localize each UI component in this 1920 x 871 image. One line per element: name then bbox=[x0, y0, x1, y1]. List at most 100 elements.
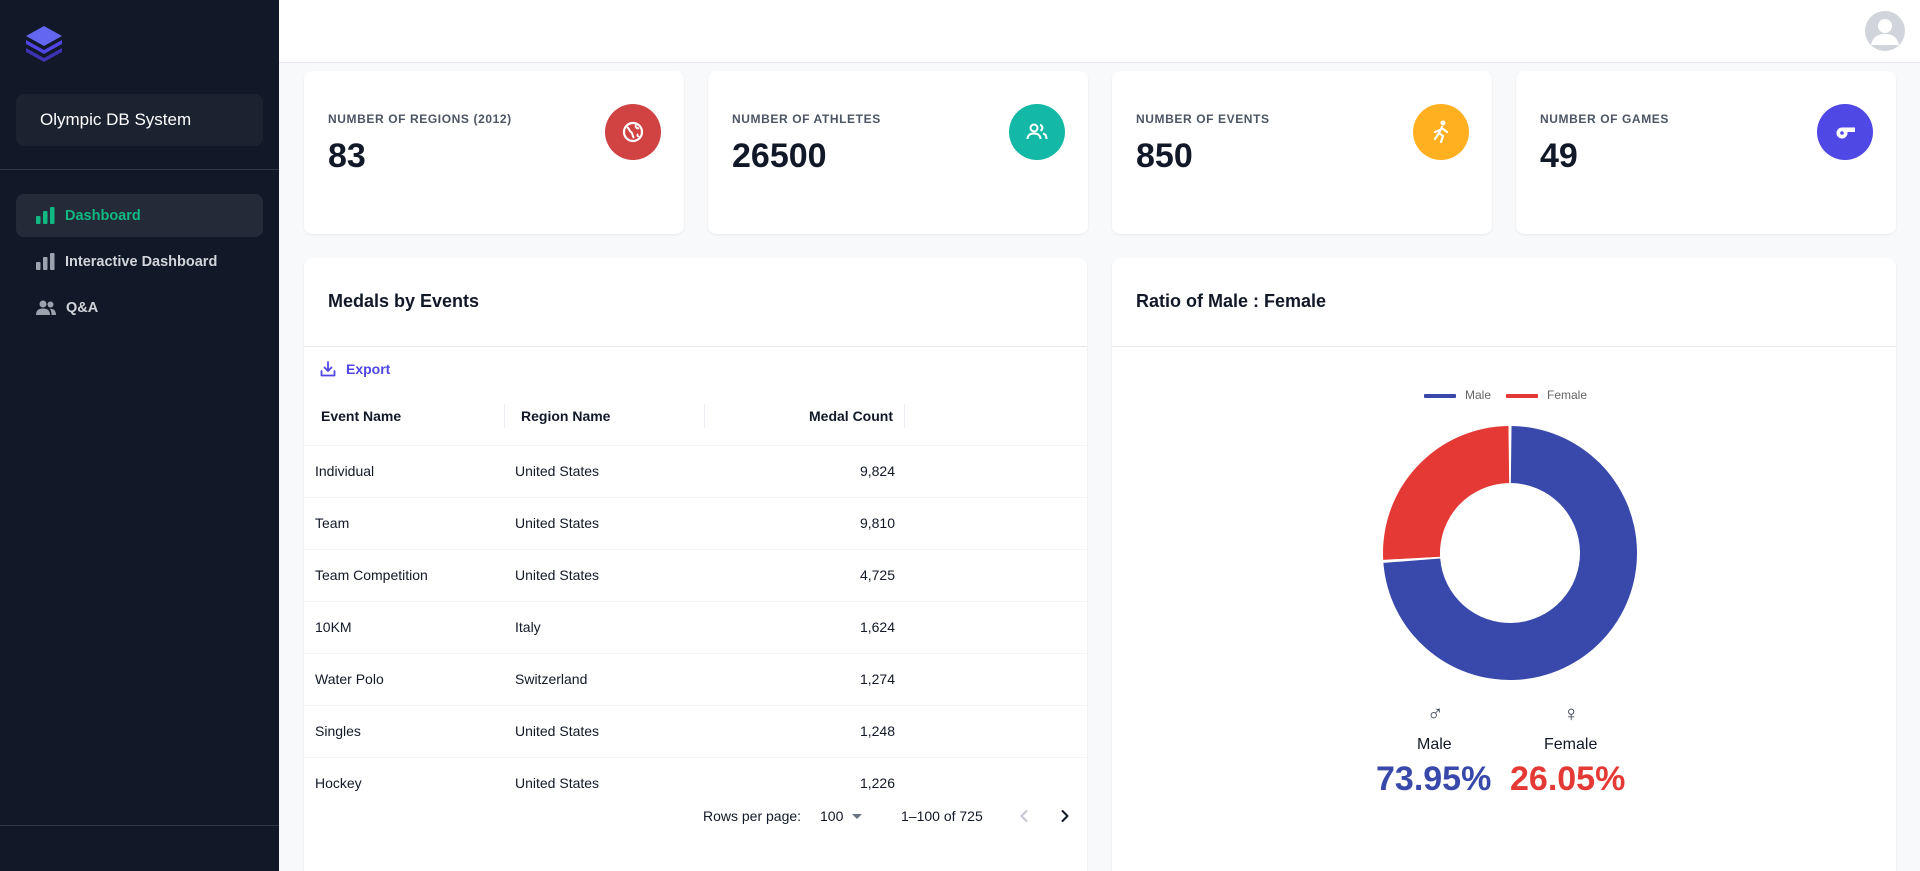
row-divider bbox=[304, 601, 1087, 602]
export-label: Export bbox=[346, 361, 391, 377]
cell-event-name: Individual bbox=[315, 463, 375, 479]
cell-event-name: Singles bbox=[315, 723, 361, 739]
pagination-range: 1–100 of 725 bbox=[901, 808, 983, 824]
female-symbol-icon: ♀ bbox=[1563, 701, 1580, 726]
legend-label-female[interactable]: Female bbox=[1547, 388, 1587, 402]
whistle-icon bbox=[1836, 127, 1855, 139]
bar-chart-icon bbox=[36, 253, 55, 270]
stat-card-events: NUMBER OF EVENTS 850 bbox=[1112, 71, 1492, 234]
top-bar bbox=[279, 0, 1920, 63]
stat-icon-circle bbox=[1009, 104, 1065, 160]
cell-region-name: United States bbox=[515, 567, 600, 583]
app-name: Olympic DB System bbox=[40, 110, 192, 129]
chevron-right-icon[interactable] bbox=[1055, 806, 1075, 826]
stat-icon-circle bbox=[1817, 104, 1873, 160]
column-separator[interactable] bbox=[704, 404, 705, 428]
stat-icon-circle bbox=[1413, 104, 1469, 160]
cell-event-name: Hockey bbox=[315, 775, 362, 791]
legend-swatch-male[interactable] bbox=[1424, 394, 1456, 398]
users-icon bbox=[36, 300, 56, 315]
stat-card-regions: NUMBER OF REGIONS (2012) 83 bbox=[304, 71, 684, 234]
cell-region-name: Italy bbox=[515, 619, 541, 635]
stat-card-games: NUMBER OF GAMES 49 bbox=[1516, 71, 1896, 234]
export-button[interactable]: Export bbox=[320, 361, 390, 377]
stat-value: 83 bbox=[328, 137, 366, 175]
sidebar-item-interactive-dashboard[interactable]: Interactive Dashboard bbox=[16, 240, 263, 283]
row-divider bbox=[304, 445, 1087, 446]
panel-title: Medals by Events bbox=[328, 291, 480, 311]
cell-region-name: United States bbox=[515, 463, 600, 479]
column-header-region-name[interactable]: Region Name bbox=[521, 408, 610, 424]
cell-medal-count: 9,810 bbox=[859, 515, 895, 531]
globe-icon bbox=[622, 121, 644, 143]
cell-medal-count: 4,725 bbox=[859, 567, 895, 583]
cell-medal-count: 1,274 bbox=[859, 671, 895, 687]
sidebar-item-qa[interactable]: Q&A bbox=[16, 286, 263, 329]
sidebar-item-label: Dashboard bbox=[65, 207, 141, 224]
sidebar-item-dashboard[interactable]: Dashboard bbox=[16, 194, 263, 237]
caret-down-icon bbox=[852, 814, 863, 819]
logo-icon[interactable] bbox=[22, 22, 66, 62]
cell-region-name: Switzerland bbox=[515, 671, 588, 687]
sidebar: Olympic DB System Dashboard Interactive … bbox=[0, 0, 279, 871]
donut-slice-female[interactable] bbox=[1383, 426, 1510, 560]
legend-label-male[interactable]: Male bbox=[1465, 388, 1491, 402]
male-label: Male bbox=[1417, 736, 1452, 753]
people-icon bbox=[1026, 123, 1048, 140]
stat-value: 49 bbox=[1540, 137, 1578, 175]
column-separator[interactable] bbox=[904, 404, 905, 428]
rows-per-page-select[interactable]: 100 bbox=[820, 808, 867, 824]
row-divider bbox=[304, 705, 1087, 706]
row-divider bbox=[304, 549, 1087, 550]
runner-icon bbox=[1433, 120, 1449, 144]
stat-label: NUMBER OF ATHLETES bbox=[732, 112, 881, 126]
stat-value: 26500 bbox=[732, 137, 827, 175]
cell-medal-count: 1,624 bbox=[859, 619, 895, 635]
cell-event-name: 10KM bbox=[315, 619, 352, 635]
column-header-event-name[interactable]: Event Name bbox=[321, 408, 401, 424]
sidebar-divider bbox=[0, 825, 279, 826]
cell-medal-count: 1,248 bbox=[859, 723, 895, 739]
stat-label: NUMBER OF REGIONS (2012) bbox=[328, 112, 512, 126]
cell-region-name: United States bbox=[515, 775, 600, 791]
cell-medal-count: 9,824 bbox=[859, 463, 895, 479]
stat-value: 850 bbox=[1136, 137, 1193, 175]
row-divider bbox=[304, 653, 1087, 654]
stat-label: NUMBER OF EVENTS bbox=[1136, 112, 1270, 126]
male-symbol-icon: ♂ bbox=[1427, 701, 1444, 726]
male-percent: 73.95% bbox=[1376, 760, 1492, 798]
panel-divider bbox=[1112, 346, 1896, 347]
sidebar-item-label: Interactive Dashboard bbox=[65, 253, 218, 270]
download-icon bbox=[320, 361, 336, 377]
gender-ratio-panel: Ratio of Male : Female Male Female ♂ Mal… bbox=[1112, 258, 1896, 871]
female-label: Female bbox=[1544, 736, 1598, 753]
stat-label: NUMBER OF GAMES bbox=[1540, 112, 1669, 126]
stat-card-athletes: NUMBER OF ATHLETES 26500 bbox=[708, 71, 1088, 234]
gender-donut-chart bbox=[1383, 426, 1637, 680]
cell-event-name: Water Polo bbox=[315, 671, 384, 687]
rows-per-page-value: 100 bbox=[820, 808, 844, 824]
legend-swatch-female[interactable] bbox=[1506, 394, 1538, 398]
cell-medal-count: 1,226 bbox=[859, 775, 895, 791]
female-percent: 26.05% bbox=[1510, 760, 1626, 798]
avatar[interactable] bbox=[1865, 11, 1905, 51]
user-icon bbox=[1871, 19, 1899, 45]
stat-icon-circle bbox=[605, 104, 661, 160]
medals-table-panel: Medals by Events Export Event Name Regio… bbox=[304, 258, 1087, 871]
row-divider bbox=[304, 757, 1087, 758]
chevron-left-icon[interactable] bbox=[1014, 806, 1034, 826]
column-header-medal-count[interactable]: Medal Count bbox=[803, 408, 893, 424]
cell-region-name: United States bbox=[515, 723, 600, 739]
sidebar-item-label: Q&A bbox=[66, 299, 99, 316]
panel-title: Ratio of Male : Female bbox=[1136, 291, 1327, 311]
rows-per-page-label: Rows per page: bbox=[703, 808, 802, 824]
cell-event-name: Team bbox=[315, 515, 350, 531]
cell-event-name: Team Competition bbox=[315, 567, 428, 583]
column-separator[interactable] bbox=[504, 404, 505, 428]
row-divider bbox=[304, 497, 1087, 498]
sidebar-divider bbox=[0, 169, 279, 170]
bar-chart-icon bbox=[36, 207, 55, 224]
cell-region-name: United States bbox=[515, 515, 600, 531]
app-name-box[interactable]: Olympic DB System bbox=[16, 94, 263, 146]
panel-divider bbox=[304, 346, 1087, 347]
